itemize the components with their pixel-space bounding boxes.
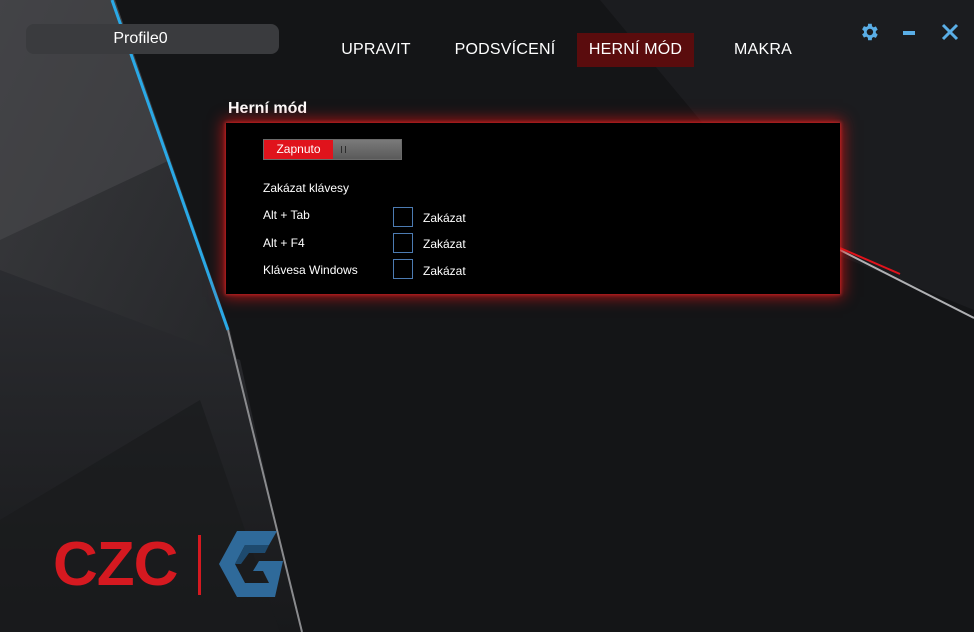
brand-logo-divider [198,535,201,595]
key-label-alt-tab: Alt + Tab [263,208,310,222]
toggle-off-segment [333,140,401,159]
game-mode-toggle[interactable]: Zapnuto [263,139,402,160]
section-title: Herní mód [228,100,308,117]
close-icon[interactable] [941,23,959,41]
game-mode-panel: Zapnuto Zakázat klávesy Alt + Tab Zakáza… [226,123,840,294]
brand-logo-text: CZC [53,530,178,599]
tab-herni-mod[interactable]: HERNÍ MÓD [577,33,694,67]
profile-name: Profile0 [113,30,168,47]
toggle-grip-icon [341,146,346,153]
key-label-alt-f4: Alt + F4 [263,236,305,250]
brand-logo-mark-icon [219,531,283,597]
disable-keys-heading: Zakázat klávesy [263,181,350,195]
toggle-on-label: Zapnuto [264,140,333,159]
checkbox-label-alt-tab: Zakázat [423,211,466,225]
checkbox-alt-f4[interactable] [393,233,413,253]
key-label-windows: Klávesa Windows [263,263,358,277]
tab-upravit[interactable]: UPRAVIT [326,33,426,67]
checkbox-label-alt-f4: Zakázat [423,237,466,251]
checkbox-label-windows: Zakázat [423,264,466,278]
profile-selector[interactable]: Profile0 [26,24,279,54]
checkbox-alt-tab[interactable] [393,207,413,227]
tab-makra[interactable]: MAKRA [718,33,808,67]
minimize-icon[interactable] [903,31,915,35]
gear-icon[interactable] [858,21,880,43]
checkbox-windows-key[interactable] [393,259,413,279]
tab-podsviceni[interactable]: PODSVÍCENÍ [447,33,563,67]
